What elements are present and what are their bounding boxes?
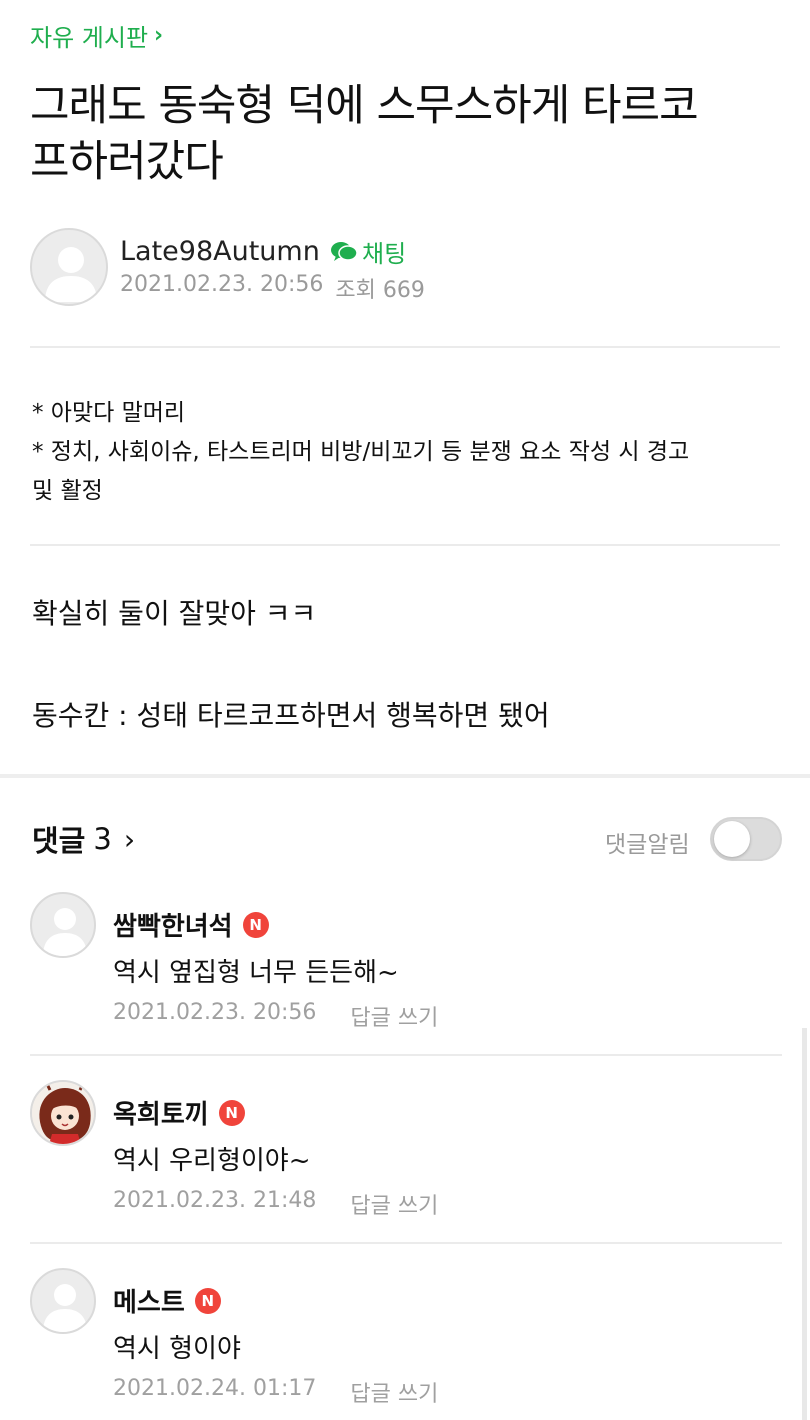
comment-text: 역시 형이야 [113,1334,241,1364]
comment-author[interactable]: 옥희토끼 N [113,1094,245,1131]
comment-text: 역시 옆집형 너무 든든해~ [113,958,399,988]
post-body-line: 동수칸 : 성태 타르코프하면서 행복하면 됐어 [32,699,550,732]
comment-avatar[interactable] [30,1268,96,1334]
post-title-line2: 프하러갔다 [30,137,224,187]
comment-avatar[interactable] [30,892,96,958]
post-meta: 2021.02.23. 20:56 조회 669 [120,272,425,304]
comment-item: 메스트 N 역시 형이야 2021.02.24. 01:17 답글 쓰기 [0,1268,810,1418]
post-views: 조회 669 [335,278,425,303]
reply-button[interactable]: 답글 쓰기 [350,1000,438,1032]
author-avatar[interactable] [30,228,108,306]
new-badge-icon: N [194,1287,221,1314]
new-badge-icon: N [218,1099,245,1126]
notice-line: * 정치, 사회이슈, 타스트리머 비방/비꼬기 등 분쟁 요소 작성 시 경고 [32,439,690,465]
chevron-right-icon: › [123,822,136,856]
post-datetime: 2021.02.23. 20:56 [120,272,324,297]
comment-datetime: 2021.02.24. 01:17 [113,1376,317,1401]
page: 자유 게시판 › 그래도 동숙형 덕에 스무스하게 타르코 프하러갔다 Late… [0,0,810,1420]
toggle-knob [714,821,750,857]
comments-label: 댓글 [32,824,86,858]
divider [30,346,780,348]
default-avatar-icon [43,1284,87,1332]
post-title-line1: 그래도 동숙형 덕에 스무스하게 타르코 [30,81,699,131]
chevron-right-icon: › [154,23,164,48]
comment-item: 쌈빡한녀석 N 역시 옆집형 너무 든든해~ 2021.02.23. 20:56… [0,892,810,1042]
anime-character-avatar-icon [32,1082,94,1144]
comment-author-name: 옥희토끼 [113,1100,209,1130]
comment-meta: 2021.02.23. 21:48 답글 쓰기 [113,1188,438,1220]
scrollbar[interactable] [802,1028,807,1420]
notice-text: * 아맞다 말머리 * 정치, 사회이슈, 타스트리머 비방/비꼬기 등 분쟁 … [32,394,782,511]
comment-text: 역시 우리형이야~ [113,1146,311,1176]
post-title: 그래도 동숙형 덕에 스무스하게 타르코 프하러갔다 [30,78,780,190]
divider [30,1242,782,1244]
comments-count: 3 [93,822,112,856]
comment-item: 옥희토끼 N 역시 우리형이야~ 2021.02.23. 21:48 답글 쓰기 [0,1080,810,1230]
comment-author-name: 메스트 [113,1288,185,1318]
chat-bubble-icon [331,241,358,261]
comment-author-name: 쌈빡한녀석 [113,912,233,942]
board-label: 자유 게시판 [30,24,149,52]
default-avatar-icon [43,908,87,956]
reply-button[interactable]: 답글 쓰기 [350,1376,438,1408]
chat-label: 채팅 [362,240,407,268]
comment-datetime: 2021.02.23. 21:48 [113,1188,317,1213]
notice-line: 및 활정 [32,478,103,504]
comment-meta: 2021.02.23. 20:56 답글 쓰기 [113,1000,438,1032]
comment-author[interactable]: 메스트 N [113,1282,221,1319]
author-name[interactable]: Late98Autumn [120,236,320,267]
divider [30,544,780,546]
chat-button[interactable]: 채팅 [330,234,406,269]
comment-author[interactable]: 쌈빡한녀석 N [113,906,269,943]
comment-datetime: 2021.02.23. 20:56 [113,1000,317,1025]
comments-header[interactable]: 댓글 3 › [32,818,135,860]
section-divider [0,774,810,778]
new-badge-icon: N [242,911,269,938]
divider [30,1054,782,1056]
comment-avatar[interactable] [30,1080,96,1146]
post-body-line: 확실히 둘이 잘맞아 ㅋㅋ [32,597,317,630]
comment-notify-label: 댓글알림 [605,832,690,858]
default-avatar-icon [45,247,97,302]
comment-meta: 2021.02.24. 01:17 답글 쓰기 [113,1376,438,1408]
comment-notify-toggle[interactable] [710,817,782,861]
reply-button[interactable]: 답글 쓰기 [350,1188,438,1220]
notice-line: * 아맞다 말머리 [32,400,186,426]
board-link[interactable]: 자유 게시판 › [30,18,163,53]
